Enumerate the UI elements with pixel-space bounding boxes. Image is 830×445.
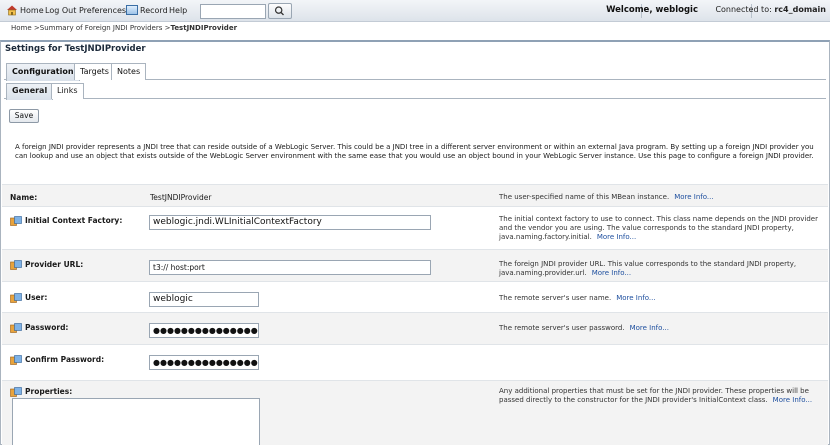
form-row-provider-url: Provider URL: t3:// host:port The foreig…	[2, 249, 828, 281]
dynamic-field-icon	[10, 216, 22, 226]
search-icon	[274, 6, 284, 16]
confirm-password-input[interactable]: ●●●●●●●●●●●●●●●●●●●	[149, 355, 259, 370]
dynamic-field-icon	[10, 387, 22, 397]
name-value: TestJNDIProvider	[150, 193, 212, 202]
properties-help: Any additional properties that must be s…	[499, 387, 813, 404]
initial-context-factory-input[interactable]: weblogic.jndi.WLInitialContextFactory	[149, 215, 431, 230]
tab-targets[interactable]: Targets	[74, 63, 115, 80]
user-label: User:	[25, 293, 48, 302]
form-row-initial-context-factory: Initial Context Factory: weblogic.jndi.W…	[2, 206, 828, 249]
form-row-user: User: weblogic The remote server's user …	[2, 281, 828, 312]
page-title: Settings for TestJNDIProvider	[5, 44, 146, 54]
search-input[interactable]	[200, 4, 266, 19]
provider-url-input[interactable]: t3:// host:port	[149, 260, 431, 275]
initial-context-factory-help: The initial context factory to use to co…	[499, 215, 818, 241]
dynamic-field-icon	[10, 323, 22, 333]
more-info-link[interactable]: More Info...	[616, 294, 655, 302]
confirm-password-label: Confirm Password:	[25, 355, 105, 364]
more-info-link[interactable]: More Info...	[597, 233, 636, 241]
more-info-link[interactable]: More Info...	[674, 193, 713, 201]
name-help: The user-specified name of this MBean in…	[499, 193, 714, 201]
password-label: Password:	[25, 323, 69, 332]
form-row-properties: Properties: Any additional properties th…	[2, 380, 828, 445]
domain-name: rc4_domain	[774, 5, 826, 14]
dynamic-field-icon	[10, 355, 22, 365]
breadcrumb-current: TestJNDIProvider	[170, 24, 238, 32]
dynamic-field-icon	[10, 293, 22, 303]
form-row-password: Password: ●●●●●●●●●●●●●●●●●●● The remote…	[2, 312, 828, 344]
connection-status: Connected to: rc4_domain	[715, 5, 826, 14]
home-link[interactable]: Home	[20, 5, 44, 17]
home-icon[interactable]	[6, 4, 18, 16]
more-info-link[interactable]: More Info...	[630, 324, 669, 332]
name-label: Name:	[10, 193, 38, 202]
provider-url-help: The foreign JNDI provider URL. This valu…	[499, 260, 797, 277]
record-icon[interactable]	[126, 5, 138, 15]
properties-label: Properties:	[25, 387, 73, 396]
user-input[interactable]: weblogic	[149, 292, 259, 307]
user-help: The remote server's user name. More Info.…	[499, 294, 656, 302]
settings-panel: Settings for TestJNDIProvider Configurat…	[0, 40, 830, 445]
more-info-link[interactable]: More Info...	[592, 269, 631, 277]
top-toolbar: Home Log Out Preferences Record Help Wel…	[0, 0, 830, 22]
tab-notes[interactable]: Notes	[111, 63, 147, 80]
more-info-link[interactable]: More Info...	[773, 396, 812, 404]
tab-configuration[interactable]: Configuration	[6, 63, 80, 81]
subtab-links[interactable]: Links	[51, 83, 84, 99]
tab-bar: Configuration Targets Notes	[4, 63, 826, 81]
logout-link[interactable]: Log Out	[45, 5, 76, 17]
properties-textarea[interactable]	[12, 398, 260, 445]
preferences-link[interactable]: Preferences	[79, 5, 126, 17]
provider-url-label: Provider URL:	[25, 260, 84, 269]
help-link[interactable]: Help	[169, 5, 187, 17]
save-button[interactable]: Save	[9, 109, 39, 123]
search-button[interactable]	[268, 3, 292, 19]
password-input[interactable]: ●●●●●●●●●●●●●●●●●●●	[149, 323, 259, 338]
page-description: A foreign JNDI provider represents a JND…	[15, 143, 814, 160]
breadcrumb: Home >Summary of Foreign JNDI Providers …	[11, 24, 237, 32]
form-row-confirm-password: Confirm Password: ●●●●●●●●●●●●●●●●●●●	[2, 344, 828, 380]
connected-label: Connected to:	[715, 5, 772, 14]
dynamic-field-icon	[10, 260, 22, 270]
record-link[interactable]: Record	[140, 5, 168, 17]
breadcrumb-trail[interactable]: Home >Summary of Foreign JNDI Providers …	[11, 24, 170, 32]
password-help: The remote server's user password. More I…	[499, 324, 669, 332]
welcome-text: Welcome, weblogic	[606, 5, 698, 15]
subtab-bar: General Links	[4, 83, 826, 100]
subtab-general[interactable]: General	[6, 83, 54, 100]
form-row-name: Name: TestJNDIProvider The user-specifie…	[2, 184, 828, 206]
initial-context-factory-label: Initial Context Factory:	[25, 216, 123, 225]
